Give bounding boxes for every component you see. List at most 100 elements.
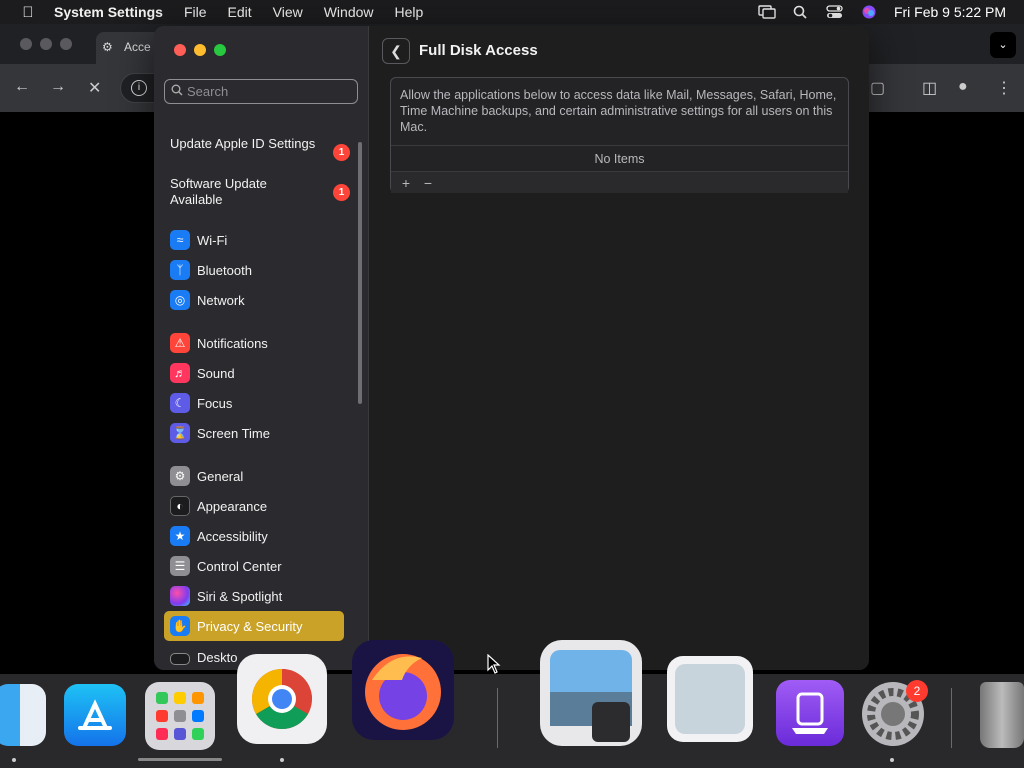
preview-icon[interactable] [540, 640, 642, 746]
alert-label: Software Update Available [170, 176, 267, 207]
trash-icon[interactable] [980, 682, 1024, 748]
more-menu-icon[interactable]: ⋮ [996, 78, 1012, 98]
search-icon [171, 84, 183, 96]
alert-badge: 1 [333, 184, 350, 201]
back-button[interactable]: ❮ [382, 38, 410, 64]
menu-view[interactable]: View [273, 4, 303, 20]
back-arrow-icon[interactable]: ← [14, 78, 30, 96]
settings-badge: 2 [906, 680, 928, 702]
sidebar-item-wifi[interactable]: ≈ Wi-Fi [164, 225, 344, 255]
sidebar-alerts: Update Apple ID Settings 1 Software Upda… [170, 136, 350, 216]
sidebar-item-notifications[interactable]: ⚠ Notifications [164, 328, 344, 358]
menu-window[interactable]: Window [324, 4, 374, 20]
sidebar-item-label: Appearance [197, 498, 268, 514]
alert-label: Update Apple ID Settings [170, 136, 316, 151]
screenshot-icon[interactable] [667, 656, 753, 742]
browser-minimize-button[interactable] [40, 38, 52, 50]
sidebar-item-privacy-security[interactable]: ✋ Privacy & Security [164, 611, 344, 641]
search-field[interactable] [164, 79, 358, 104]
apple-menu-icon[interactable]:  [18, 4, 38, 21]
globe-icon: ◎ [170, 290, 190, 310]
sidebar-item-label: Siri & Spotlight [197, 588, 283, 604]
sidebar-item-label: Privacy & Security [197, 618, 303, 634]
sidebar-item-control-center[interactable]: ☰ Control Center [164, 551, 344, 581]
firefox-logo [365, 654, 441, 730]
sidebar-item-accessibility[interactable]: ★ Accessibility [164, 521, 344, 551]
sidebar-item-siri-spotlight[interactable]: Siri & Spotlight [164, 581, 344, 611]
sidebar-item-screen-time[interactable]: ⌛ Screen Time [164, 418, 344, 448]
launchpad-indicator [138, 758, 222, 761]
page-title: Full Disk Access [419, 42, 538, 59]
app-store-glyph [78, 699, 112, 730]
accessibility-icon: ★ [170, 526, 190, 546]
window-close-button[interactable] [174, 44, 186, 56]
screen-mirroring-icon[interactable] [758, 5, 776, 19]
list-controls: + − [391, 171, 848, 193]
search-input[interactable] [187, 84, 347, 99]
control-center-icon[interactable] [826, 5, 844, 19]
menu-file[interactable]: File [184, 4, 207, 20]
system-settings-window: Update Apple ID Settings 1 Software Upda… [154, 26, 869, 670]
browser-traffic-lights [20, 38, 72, 50]
bluetooth-icon: ᛉ [170, 260, 190, 280]
sidebar-scrollbar[interactable] [358, 142, 362, 404]
panel-description: Allow the applications below to access d… [400, 88, 837, 134]
menubar-clock[interactable]: Fri Feb 9 5:22 PM [894, 4, 1006, 20]
empty-list-label: No Items [391, 145, 848, 171]
app-list-panel: Allow the applications below to access d… [390, 77, 849, 193]
sidebar-item-label: Focus [197, 395, 233, 411]
screenshot-thumbnail [675, 664, 745, 734]
chrome-icon[interactable] [237, 654, 327, 744]
software-update-alert[interactable]: Software Update Available 1 [170, 176, 350, 216]
menu-app-name[interactable]: System Settings [54, 4, 163, 20]
appearance-icon: ◐ [170, 496, 190, 516]
add-app-button[interactable]: + [395, 175, 417, 191]
extensions-icon[interactable]: ▢ [870, 78, 885, 98]
profile-icon[interactable]: ● [958, 78, 968, 96]
sidebar: Update Apple ID Settings 1 Software Upda… [154, 26, 369, 670]
menu-help[interactable]: Help [395, 4, 424, 20]
speaker-icon: ♬ [170, 363, 190, 383]
app-store-icon[interactable] [64, 684, 126, 746]
simulator-icon[interactable] [776, 680, 844, 746]
hourglass-icon: ⌛ [170, 423, 190, 443]
window-zoom-button[interactable] [214, 44, 226, 56]
sidebar-item-general[interactable]: ⚙ General [164, 461, 344, 491]
side-panel-icon[interactable]: ◫ [922, 78, 937, 98]
launchpad-icon[interactable] [145, 682, 215, 750]
spotlight-search-icon[interactable] [792, 5, 810, 19]
finder-running-dot [12, 758, 16, 762]
sidebar-item-label: Network [197, 292, 245, 308]
sidebar-item-appearance[interactable]: ◐ Appearance [164, 491, 344, 521]
sidebar-item-label: Screen Time [197, 425, 270, 441]
sidebar-item-network[interactable]: ◎ Network [164, 285, 344, 315]
apple-id-alert[interactable]: Update Apple ID Settings 1 [170, 136, 350, 176]
bell-icon: ⚠ [170, 333, 190, 353]
mouse-cursor-icon [487, 654, 501, 674]
site-info-icon[interactable]: i [131, 80, 147, 96]
dock-separator [497, 688, 498, 748]
siri-icon[interactable] [860, 5, 878, 19]
sidebar-group-general: ⚙ General ◐ Appearance ★ Accessibility ☰… [164, 461, 344, 665]
sidebar-item-sound[interactable]: ♬ Sound [164, 358, 344, 388]
window-traffic-lights [174, 44, 226, 56]
sidebar-item-label: Accessibility [197, 528, 268, 544]
window-minimize-button[interactable] [194, 44, 206, 56]
sidebar-item-bluetooth[interactable]: ᛉ Bluetooth [164, 255, 344, 285]
browser-close-button[interactable] [20, 38, 32, 50]
menu-edit[interactable]: Edit [228, 4, 252, 20]
chrome-logo [251, 669, 312, 730]
preview-glyph [550, 650, 632, 742]
browser-zoom-button[interactable] [60, 38, 72, 50]
tab-search-button[interactable]: ⌄ [990, 32, 1016, 58]
launchpad-grid [156, 692, 204, 740]
desktop-icon [170, 653, 190, 665]
remove-app-button[interactable]: − [417, 175, 439, 191]
sidebar-item-focus[interactable]: ☾ Focus [164, 388, 344, 418]
stop-loading-icon[interactable]: ✕ [88, 78, 101, 98]
sidebar-item-label: General [197, 468, 244, 484]
finder-icon[interactable] [0, 684, 46, 746]
dock-separator [951, 688, 952, 748]
forward-arrow-icon[interactable]: → [50, 78, 66, 96]
firefox-icon[interactable] [352, 640, 454, 740]
